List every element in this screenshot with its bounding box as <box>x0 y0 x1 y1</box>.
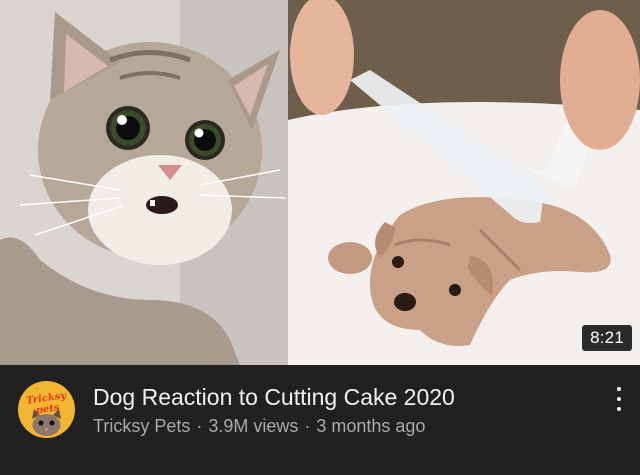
video-metadata: Tricksy Pets · 3.9M views · 3 months ago <box>93 415 425 437</box>
menu-dot <box>617 407 621 411</box>
separator: · <box>304 416 311 436</box>
channel-avatar[interactable]: Tricksy pets <box>18 381 75 438</box>
view-count: 3.9M views <box>208 416 299 436</box>
channel-name[interactable]: Tricksy Pets <box>93 416 190 436</box>
video-thumbnail[interactable]: 8:21 <box>0 0 640 365</box>
thumbnail-image <box>0 0 640 365</box>
duration-badge: 8:21 <box>582 325 632 351</box>
separator: · <box>196 416 203 436</box>
menu-dot <box>617 397 621 401</box>
video-card[interactable]: 8:21 Tricksy pets Dog Reaction to Cuttin… <box>0 0 640 475</box>
vertical-ellipsis-icon[interactable] <box>612 385 626 413</box>
video-title[interactable]: Dog Reaction to Cutting Cake 2020 <box>93 383 455 411</box>
menu-dot <box>617 387 621 391</box>
upload-age: 3 months ago <box>316 416 426 436</box>
video-details: Tricksy pets Dog Reaction to Cutting Cak… <box>0 365 640 475</box>
